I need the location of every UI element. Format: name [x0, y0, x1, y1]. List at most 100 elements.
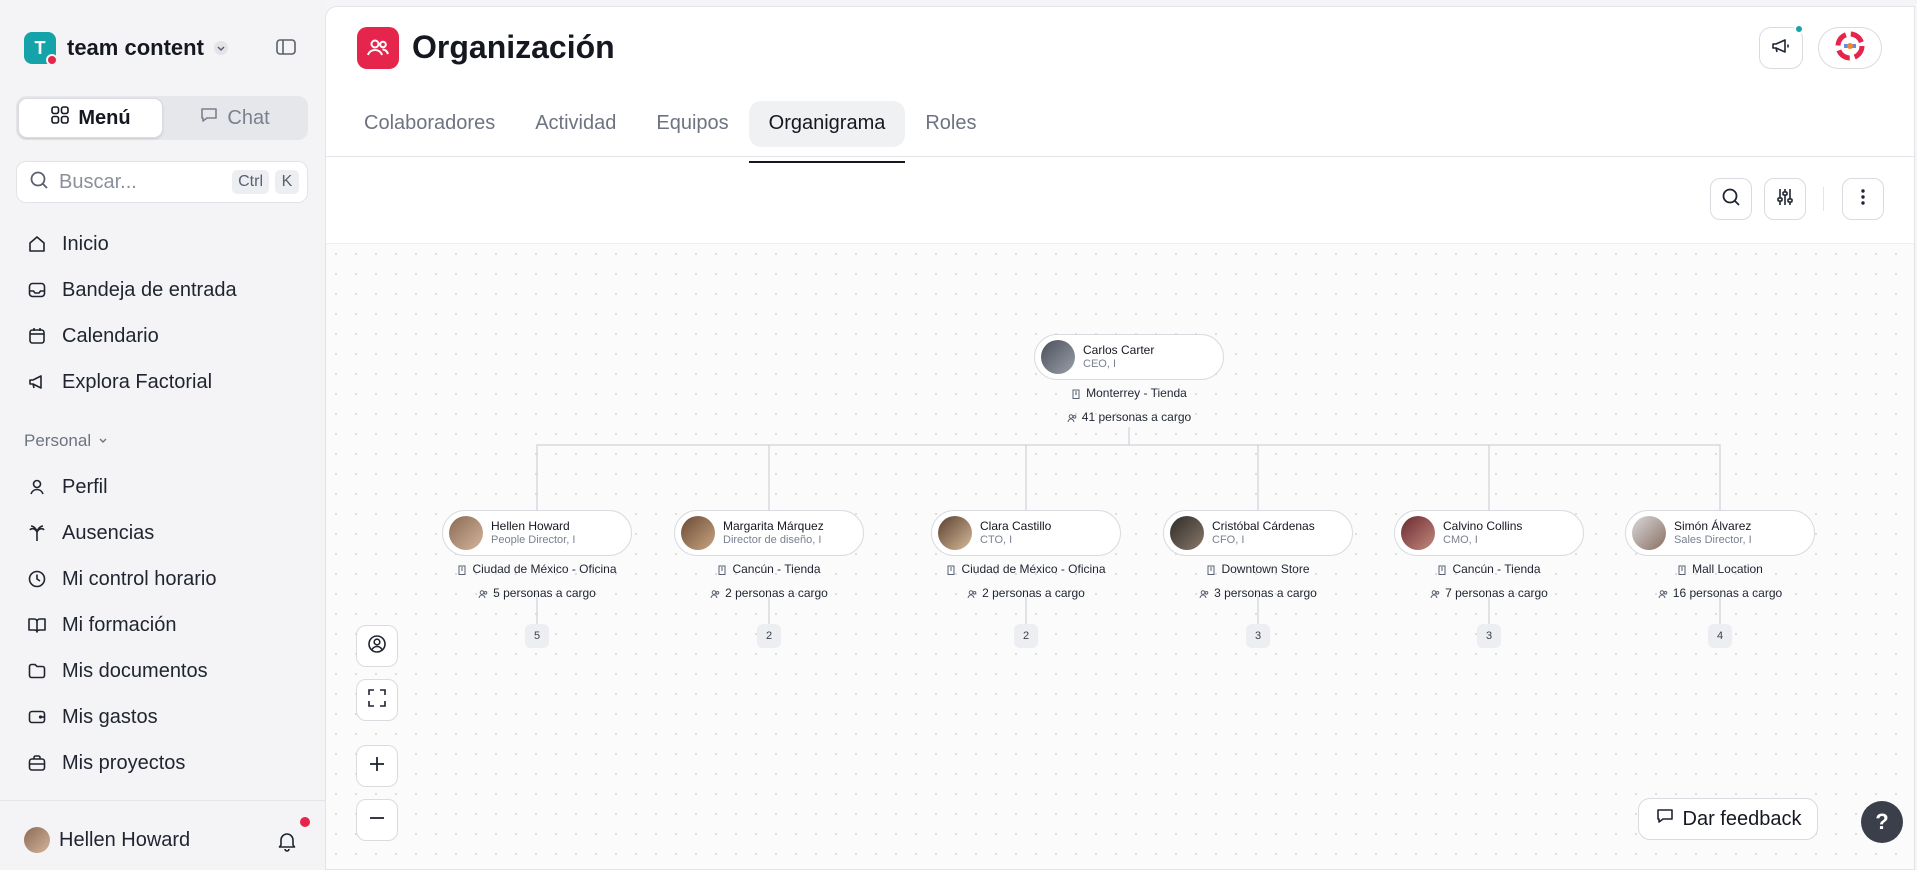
expand-count-badge[interactable]: 2: [1014, 624, 1038, 648]
sidebar-item-bandeja[interactable]: Bandeja de entrada: [26, 275, 237, 305]
org-node-card[interactable]: Clara Castillo CTO, I: [931, 510, 1121, 556]
org-node-location-text: Cancún - Tienda: [1452, 562, 1541, 576]
notification-dot: [300, 817, 310, 827]
clock-icon: [26, 568, 48, 590]
expand-count-badge[interactable]: 3: [1477, 624, 1501, 648]
building-icon: [1206, 564, 1216, 575]
avatar[interactable]: [24, 827, 50, 853]
expand-count-badge[interactable]: 2: [757, 624, 781, 648]
building-icon: [1071, 388, 1081, 399]
sidebar-item-explora[interactable]: Explora Factorial: [26, 367, 212, 397]
folder-icon: [26, 660, 48, 682]
menu-tab-label: Menú: [78, 106, 131, 129]
calendar-icon: [26, 325, 48, 347]
expand-count-badge[interactable]: 5: [525, 624, 549, 648]
palm-tree-icon: [26, 522, 48, 544]
sidebar-item-ausencias[interactable]: Ausencias: [26, 518, 154, 548]
current-user-name[interactable]: Hellen Howard: [59, 829, 190, 852]
people-icon: [1067, 412, 1077, 423]
org-node-reports: 7 personas a cargo: [1384, 586, 1594, 600]
people-icon: [1199, 588, 1209, 599]
locate-me-button[interactable]: [356, 625, 398, 667]
sidebar-item-control-horario[interactable]: Mi control horario: [26, 564, 217, 594]
org-node-reports: 2 personas a cargo: [664, 586, 874, 600]
org-node-location: Cancún - Tienda: [1384, 562, 1594, 576]
bell-icon[interactable]: [276, 830, 298, 852]
company-logo-button[interactable]: [1818, 27, 1882, 69]
tab-bar: Colaboradores Actividad Equipos Organigr…: [344, 97, 997, 163]
sidebar-item-calendario[interactable]: Calendario: [26, 321, 159, 351]
help-button[interactable]: ?: [1861, 801, 1903, 843]
org-node-text: Calvino Collins CMO, I: [1443, 519, 1522, 548]
sliders-icon: [1774, 186, 1796, 213]
sidebar-item-proyectos[interactable]: Mis proyectos: [26, 748, 185, 778]
tab-actividad[interactable]: Actividad: [515, 97, 636, 163]
sidebar-item-label: Mis gastos: [62, 705, 158, 728]
sidebar-item-documentos[interactable]: Mis documentos: [26, 656, 208, 686]
sidebar-item-perfil[interactable]: Perfil: [26, 472, 108, 502]
expand-count-badge[interactable]: 3: [1246, 624, 1270, 648]
workspace-status-dot: [46, 54, 58, 66]
org-node-card[interactable]: Margarita Márquez Director de diseño, I: [674, 510, 864, 556]
sidebar: T team content Menú Chat Buscar... Ctrl …: [0, 0, 325, 870]
people-icon: [710, 588, 720, 599]
org-node-card[interactable]: Carlos Carter CEO, I: [1034, 334, 1224, 380]
wallet-icon: [26, 706, 48, 728]
org-node-card[interactable]: Hellen Howard People Director, I: [442, 510, 632, 556]
search-input[interactable]: Buscar... Ctrl K: [16, 161, 308, 203]
org-node-location: Monterrey - Tienda: [1024, 386, 1234, 400]
avatar: [938, 516, 972, 550]
zoom-out-button[interactable]: [356, 799, 398, 841]
chat-tab[interactable]: Chat: [163, 98, 306, 138]
tab-roles[interactable]: Roles: [905, 97, 996, 163]
workspace-initial: T: [34, 37, 46, 58]
chart-search-button[interactable]: [1710, 178, 1752, 220]
toolbar-divider: [1823, 187, 1824, 211]
org-node-text: Hellen Howard People Director, I: [491, 519, 575, 548]
chat-icon: [199, 105, 219, 131]
search-icon: [1720, 186, 1742, 213]
user-icon: [26, 476, 48, 498]
building-icon: [1437, 564, 1447, 575]
sidebar-item-formacion[interactable]: Mi formación: [26, 610, 176, 640]
tab-organigrama[interactable]: Organigrama: [748, 97, 906, 163]
workspace-switcher[interactable]: T team content: [24, 31, 230, 66]
feedback-label: Dar feedback: [1682, 807, 1802, 830]
org-node-card[interactable]: Calvino Collins CMO, I: [1394, 510, 1584, 556]
sidebar-toggle-icon[interactable]: [275, 36, 297, 58]
inbox-icon: [26, 279, 48, 301]
tab-equipos[interactable]: Equipos: [636, 97, 748, 163]
user-circle-icon: [366, 633, 388, 660]
org-node-reports: 2 personas a cargo: [921, 586, 1131, 600]
more-options-button[interactable]: [1842, 178, 1884, 220]
org-node-card[interactable]: Simón Álvarez Sales Director, I: [1625, 510, 1815, 556]
minus-icon: [366, 807, 388, 834]
org-node-name: Cristóbal Cárdenas: [1212, 518, 1315, 533]
section-personal[interactable]: Personal: [24, 431, 109, 451]
feedback-button[interactable]: Dar feedback: [1638, 798, 1818, 840]
org-node-card[interactable]: Cristóbal Cárdenas CFO, I: [1163, 510, 1353, 556]
avatar: [449, 516, 483, 550]
sidebar-item-inicio[interactable]: Inicio: [26, 229, 109, 259]
sidebar-footer: Hellen Howard: [0, 800, 325, 870]
avatar: [1401, 516, 1435, 550]
org-node-reports-text: 3 personas a cargo: [1214, 586, 1317, 600]
org-node-name: Margarita Márquez: [723, 518, 824, 533]
org-node-name: Carlos Carter: [1083, 342, 1155, 357]
people-icon: [1658, 588, 1668, 599]
org-node-text: Clara Castillo CTO, I: [980, 519, 1051, 548]
fit-view-button[interactable]: [356, 679, 398, 721]
sidebar-item-label: Bandeja de entrada: [62, 278, 237, 301]
filter-button[interactable]: [1764, 178, 1806, 220]
menu-tab[interactable]: Menú: [18, 98, 163, 138]
chat-tab-label: Chat: [227, 106, 270, 129]
zoom-in-button[interactable]: [356, 745, 398, 787]
plus-icon: [366, 753, 388, 780]
sidebar-item-gastos[interactable]: Mis gastos: [26, 702, 158, 732]
building-icon: [946, 564, 956, 575]
main-panel: Organización Colaboradores Actividad Equ…: [325, 6, 1915, 870]
expand-count-badge[interactable]: 4: [1708, 624, 1732, 648]
tab-colaboradores[interactable]: Colaboradores: [344, 97, 515, 163]
menu-chat-switch: Menú Chat: [16, 96, 308, 140]
org-node-role: CTO, I: [980, 533, 1013, 546]
